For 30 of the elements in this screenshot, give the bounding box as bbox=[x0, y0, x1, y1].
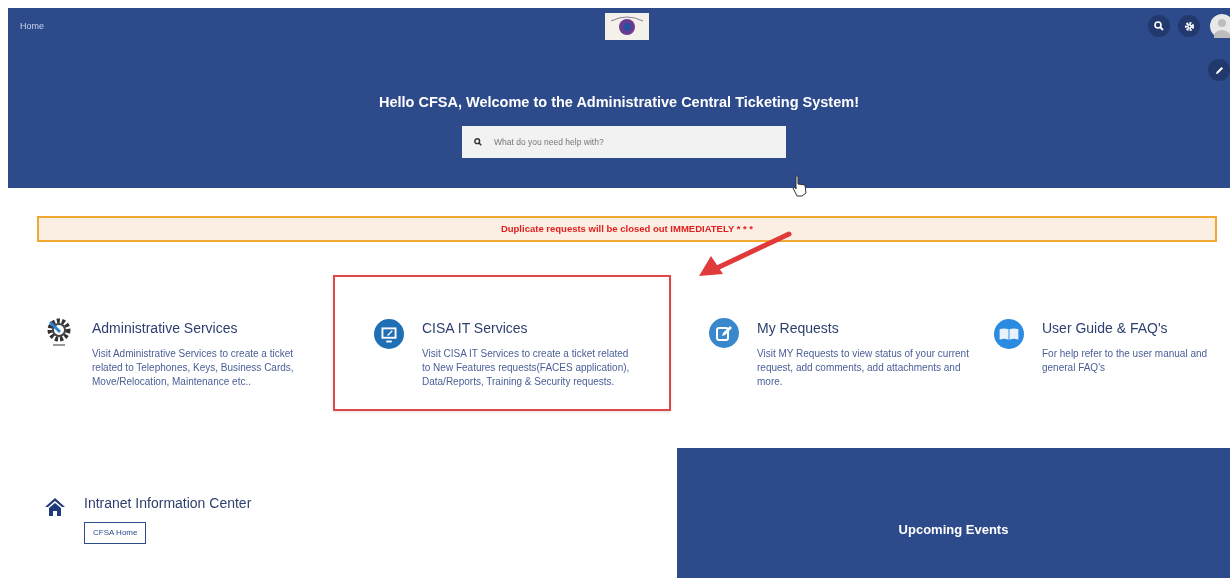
edit-icon bbox=[709, 318, 739, 348]
notice-banner: Duplicate requests will be closed out IMMEDIATELY * * * bbox=[37, 216, 1217, 242]
section-title: Intranet Information Center bbox=[84, 494, 252, 513]
service-description: For help refer to the user manual and general FAQ's bbox=[1042, 347, 1209, 375]
cfsa-home-button[interactable]: CFSA Home bbox=[84, 522, 147, 544]
edit-button[interactable] bbox=[1208, 59, 1230, 81]
logo-icon bbox=[605, 13, 649, 40]
monitor-icon bbox=[374, 318, 404, 350]
search-field[interactable]: What do you need help with? bbox=[462, 125, 786, 158]
home-link[interactable]: Home bbox=[20, 20, 44, 34]
search-icon bbox=[1154, 21, 1164, 31]
gear-wrench-icon bbox=[46, 318, 72, 348]
service-description: Visit CISA IT Services to create a ticket related to New Features requests(FACES application), Data/Reports, Training & Security requests. bbox=[422, 347, 631, 389]
search-icon bbox=[474, 137, 482, 146]
cursor-icon bbox=[792, 175, 808, 197]
service-title[interactable]: User Guide & FAQ's bbox=[1042, 318, 1224, 339]
book-icon bbox=[994, 318, 1024, 350]
service-title[interactable]: My Requests bbox=[757, 318, 969, 339]
home-icon bbox=[44, 497, 66, 517]
pencil-icon bbox=[1214, 65, 1224, 75]
welcome-heading: Hello CFSA, Welcome to the Administrative Central Ticketing System! bbox=[379, 93, 859, 112]
avatar-icon[interactable] bbox=[1208, 14, 1230, 38]
service-description: Visit MY Requests to view status of your current request, add comments, add attachments and more. bbox=[757, 347, 969, 389]
settings-icon bbox=[1183, 20, 1195, 32]
service-title[interactable]: Administrative Services bbox=[92, 318, 304, 339]
service-description: Visit Administrative Services to create a ticket related to Telephones, Keys, Business Cards, Move/Relocation, Maintenance etc.. bbox=[92, 347, 295, 389]
events-title: Upcoming Events bbox=[898, 521, 1009, 540]
settings-button[interactable] bbox=[1178, 15, 1200, 37]
service-title[interactable]: CISA IT Services bbox=[422, 318, 634, 339]
search-button[interactable] bbox=[1148, 15, 1170, 37]
